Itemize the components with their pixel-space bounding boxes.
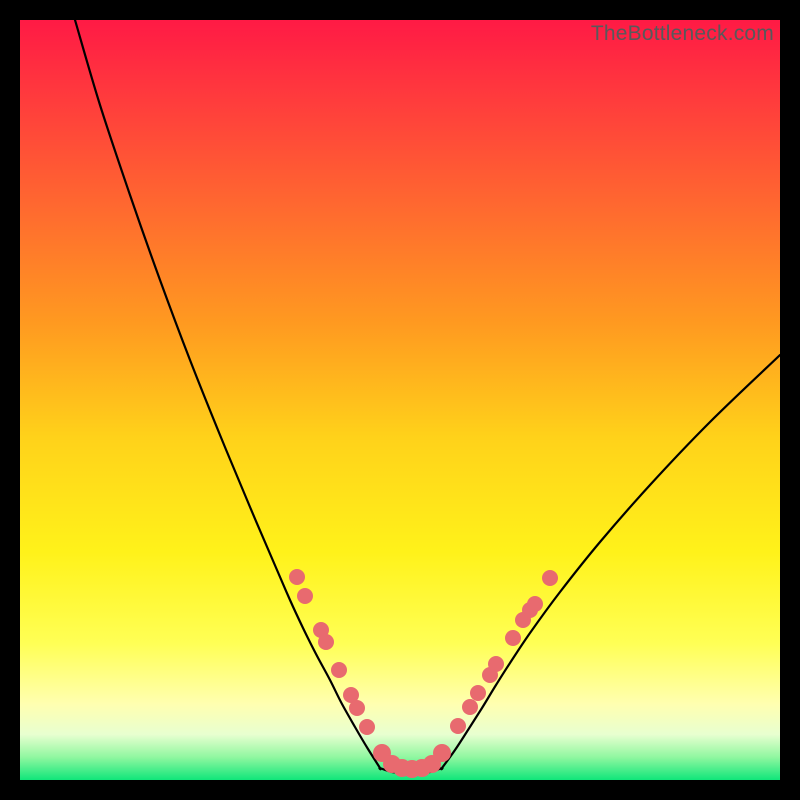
data-marker — [505, 630, 521, 646]
data-marker — [542, 570, 558, 586]
chart-frame: TheBottleneck.com — [20, 20, 780, 780]
data-marker — [433, 744, 451, 762]
data-marker — [349, 700, 365, 716]
data-marker — [289, 569, 305, 585]
data-marker — [462, 699, 478, 715]
data-marker — [470, 685, 486, 701]
gradient-background — [20, 20, 780, 780]
watermark-text: TheBottleneck.com — [591, 22, 774, 46]
data-marker — [488, 656, 504, 672]
data-marker — [450, 718, 466, 734]
data-marker — [527, 596, 543, 612]
data-marker — [359, 719, 375, 735]
data-marker — [318, 634, 334, 650]
data-marker — [297, 588, 313, 604]
data-marker — [331, 662, 347, 678]
bottleneck-chart — [20, 20, 780, 780]
